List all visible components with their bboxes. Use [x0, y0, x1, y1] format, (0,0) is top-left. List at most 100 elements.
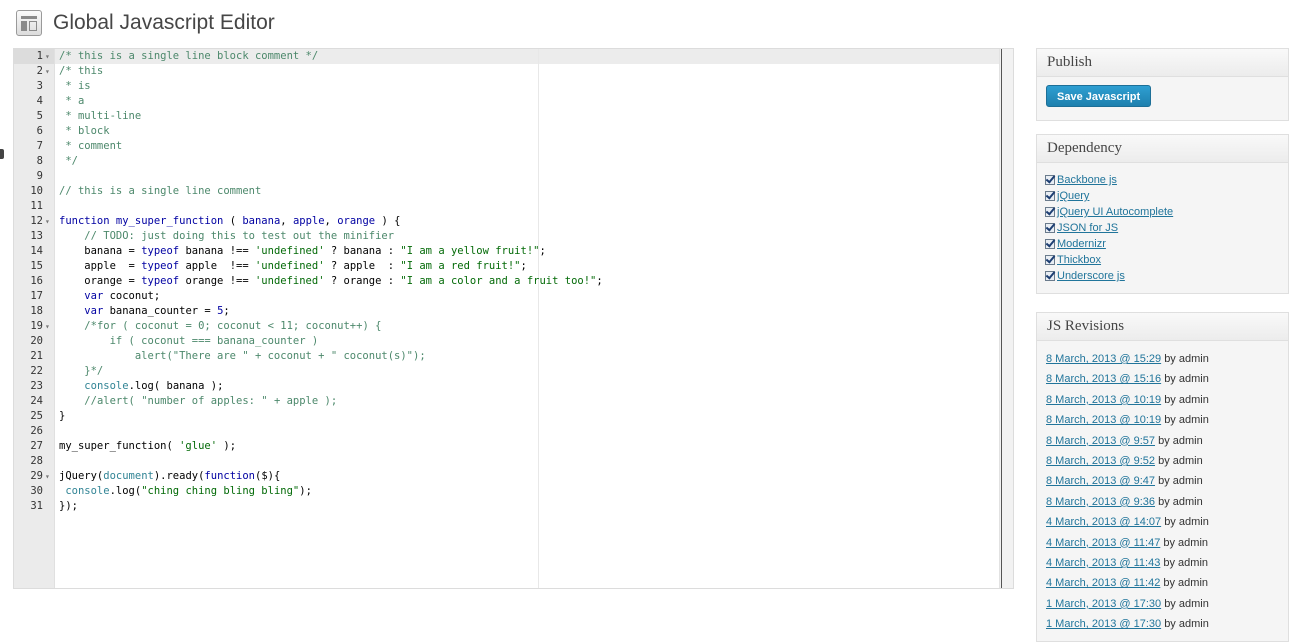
code-token: ? orange :	[324, 275, 401, 287]
code-token: orange	[337, 215, 376, 227]
collapse-arrow-icon[interactable]	[0, 149, 4, 159]
code-line[interactable]: 6 * block	[14, 124, 1000, 139]
code-line[interactable]: 23 console.log( banana );	[14, 379, 1000, 394]
code-lines[interactable]: 1 ▾/* this is a single line block comment…	[14, 49, 1000, 514]
code-line[interactable]: 14 banana = typeof banana !== 'undefined…	[14, 244, 1000, 259]
dependency-checkbox[interactable]	[1045, 239, 1055, 249]
dependency-checkbox[interactable]	[1045, 191, 1055, 201]
code-token: ,	[324, 215, 338, 227]
code-token: //alert( "number of apples: " + apple );	[84, 395, 338, 407]
dependency-checkbox[interactable]	[1045, 271, 1055, 281]
revision-link[interactable]: 8 March, 2013 @ 10:19	[1046, 394, 1161, 406]
code-token: }	[59, 410, 66, 422]
code-line[interactable]: 11	[14, 199, 1000, 214]
code-line[interactable]: 26	[14, 424, 1000, 439]
revision-link[interactable]: 8 March, 2013 @ 10:19	[1046, 414, 1161, 426]
revision-item: 8 March, 2013 @ 9:52 by admin	[1046, 451, 1209, 471]
dependency-list: Backbone js jQuery jQuery UI Autocomplet…	[1045, 172, 1173, 284]
code-line[interactable]: 10 // this is a single line comment	[14, 184, 1000, 199]
code-line[interactable]: 1 ▾ /* this is a single line block comment…	[14, 49, 1000, 64]
fold-arrow-icon[interactable]: ▾	[45, 214, 53, 229]
code-line[interactable]: 27 my_super_function( 'glue' );	[14, 439, 1000, 454]
code-editor[interactable]: 1 ▾/* this is a single line block comment…	[13, 48, 1014, 589]
dependency-link[interactable]: jQuery	[1057, 188, 1089, 204]
save-javascript-button[interactable]: Save Javascript	[1046, 85, 1152, 107]
dependency-checkbox[interactable]	[1045, 255, 1055, 265]
code-line[interactable]: 3 * is	[14, 79, 1000, 94]
revision-link[interactable]: 1 March, 2013 @ 17:30	[1046, 618, 1161, 630]
dependency-checkbox[interactable]	[1045, 175, 1055, 185]
code-line[interactable]: 31});	[14, 499, 1000, 514]
code-text: var coconut;	[59, 289, 160, 304]
code-line[interactable]: 28	[14, 454, 1000, 469]
revision-link[interactable]: 4 March, 2013 @ 11:42	[1046, 577, 1160, 589]
code-text: * multi-line	[59, 109, 141, 124]
code-line[interactable]: 12 ▾ function my_super_function ( banana, …	[14, 214, 1000, 229]
code-line[interactable]: 4 * a	[14, 94, 1000, 109]
code-line[interactable]: 7 * comment	[14, 139, 1000, 154]
revision-author: by admin	[1163, 536, 1209, 549]
revision-item: 8 March, 2013 @ 10:19 by admin	[1046, 390, 1209, 410]
revision-author: by admin	[1164, 414, 1209, 427]
fold-arrow-icon[interactable]: ▾	[45, 319, 53, 334]
code-text: //alert( "number of apples: " + apple );	[59, 394, 337, 409]
revision-link[interactable]: 8 March, 2013 @ 9:47	[1046, 475, 1155, 487]
revision-link[interactable]: 8 March, 2013 @ 9:57	[1046, 435, 1155, 447]
fold-arrow-icon[interactable]: ▾	[45, 49, 53, 64]
dependency-link[interactable]: JSON for JS	[1057, 220, 1118, 236]
code-line[interactable]: 15 apple = typeof apple !== 'undefined' …	[14, 259, 1000, 274]
dependency-checkbox[interactable]	[1045, 223, 1055, 233]
code-line[interactable]: 21 alert("There are " + coconut + " coco…	[14, 349, 1000, 364]
dependency-box: Dependency Backbone js jQuery jQuery UI …	[1036, 134, 1289, 294]
code-line[interactable]: 2 ▾ /* this	[14, 64, 1000, 79]
dependency-link[interactable]: Backbone js	[1057, 172, 1117, 188]
publish-box: Publish Save Javascript	[1036, 48, 1289, 121]
code-token: );	[217, 440, 237, 452]
revision-link[interactable]: 8 March, 2013 @ 9:36	[1046, 496, 1155, 508]
code-line[interactable]: 18 var banana_counter = 5;	[14, 304, 1000, 319]
line-number: 10	[30, 185, 43, 197]
code-line[interactable]: 8 */	[14, 154, 1000, 169]
line-number: 22	[30, 365, 43, 377]
code-line[interactable]: 25}	[14, 409, 1000, 424]
dependency-link[interactable]: Thickbox	[1057, 252, 1101, 268]
dependency-link[interactable]: Modernizr	[1057, 236, 1106, 252]
code-token: 'undefined'	[254, 260, 325, 272]
code-line[interactable]: 13 // TODO: just doing this to test out …	[14, 229, 1000, 244]
fold-arrow-icon[interactable]: ▾	[45, 64, 53, 79]
line-number: 7	[36, 140, 43, 152]
fold-arrow-icon[interactable]: ▾	[45, 469, 53, 484]
revision-link[interactable]: 4 March, 2013 @ 11:43	[1046, 557, 1160, 569]
dependency-link[interactable]: jQuery UI Autocomplete	[1057, 204, 1173, 220]
revision-link[interactable]: 1 March, 2013 @ 17:30	[1046, 598, 1161, 610]
code-token: // TODO: just doing this to test out the…	[84, 230, 395, 242]
code-line[interactable]: 29 ▾ jQuery(document).ready(function($){	[14, 469, 1000, 484]
code-token: alert("There are " + coconut + " coconut…	[59, 350, 426, 362]
code-line[interactable]: 30 console.log("ching ching bling bling"…	[14, 484, 1000, 499]
revision-link[interactable]: 8 March, 2013 @ 9:52	[1046, 455, 1155, 467]
code-text: orange = typeof orange !== 'undefined' ?…	[59, 274, 602, 289]
editor-scrollbar[interactable]	[999, 49, 1013, 588]
dependency-link[interactable]: Underscore js	[1057, 268, 1125, 284]
code-line[interactable]: 19 ▾ /*for ( coconut = 0; coconut < 11; c…	[14, 319, 1000, 334]
code-token: console	[65, 485, 110, 497]
line-number: 11	[30, 200, 43, 212]
code-line[interactable]: 22 }*/	[14, 364, 1000, 379]
code-line[interactable]: 17 var coconut;	[14, 289, 1000, 304]
code-line[interactable]: 20 if ( coconut === banana_counter )	[14, 334, 1000, 349]
code-token: */	[59, 155, 78, 167]
code-token: var	[84, 290, 104, 302]
code-line[interactable]: 24 //alert( "number of apples: " + apple…	[14, 394, 1000, 409]
dependency-checkbox[interactable]	[1045, 207, 1055, 217]
revision-link[interactable]: 4 March, 2013 @ 14:07	[1046, 516, 1161, 528]
dependency-item: JSON for JS	[1045, 220, 1173, 236]
code-line[interactable]: 9	[14, 169, 1000, 184]
code-line[interactable]: 16 orange = typeof orange !== 'undefined…	[14, 274, 1000, 289]
code-token: typeof	[141, 260, 180, 272]
revision-link[interactable]: 8 March, 2013 @ 15:16	[1046, 373, 1161, 385]
revision-link[interactable]: 4 March, 2013 @ 11:47	[1046, 537, 1160, 549]
code-line[interactable]: 5 * multi-line	[14, 109, 1000, 124]
revision-link[interactable]: 8 March, 2013 @ 15:29	[1046, 353, 1161, 365]
code-token: "ching ching bling bling"	[141, 485, 300, 497]
line-number: 26	[30, 425, 43, 437]
